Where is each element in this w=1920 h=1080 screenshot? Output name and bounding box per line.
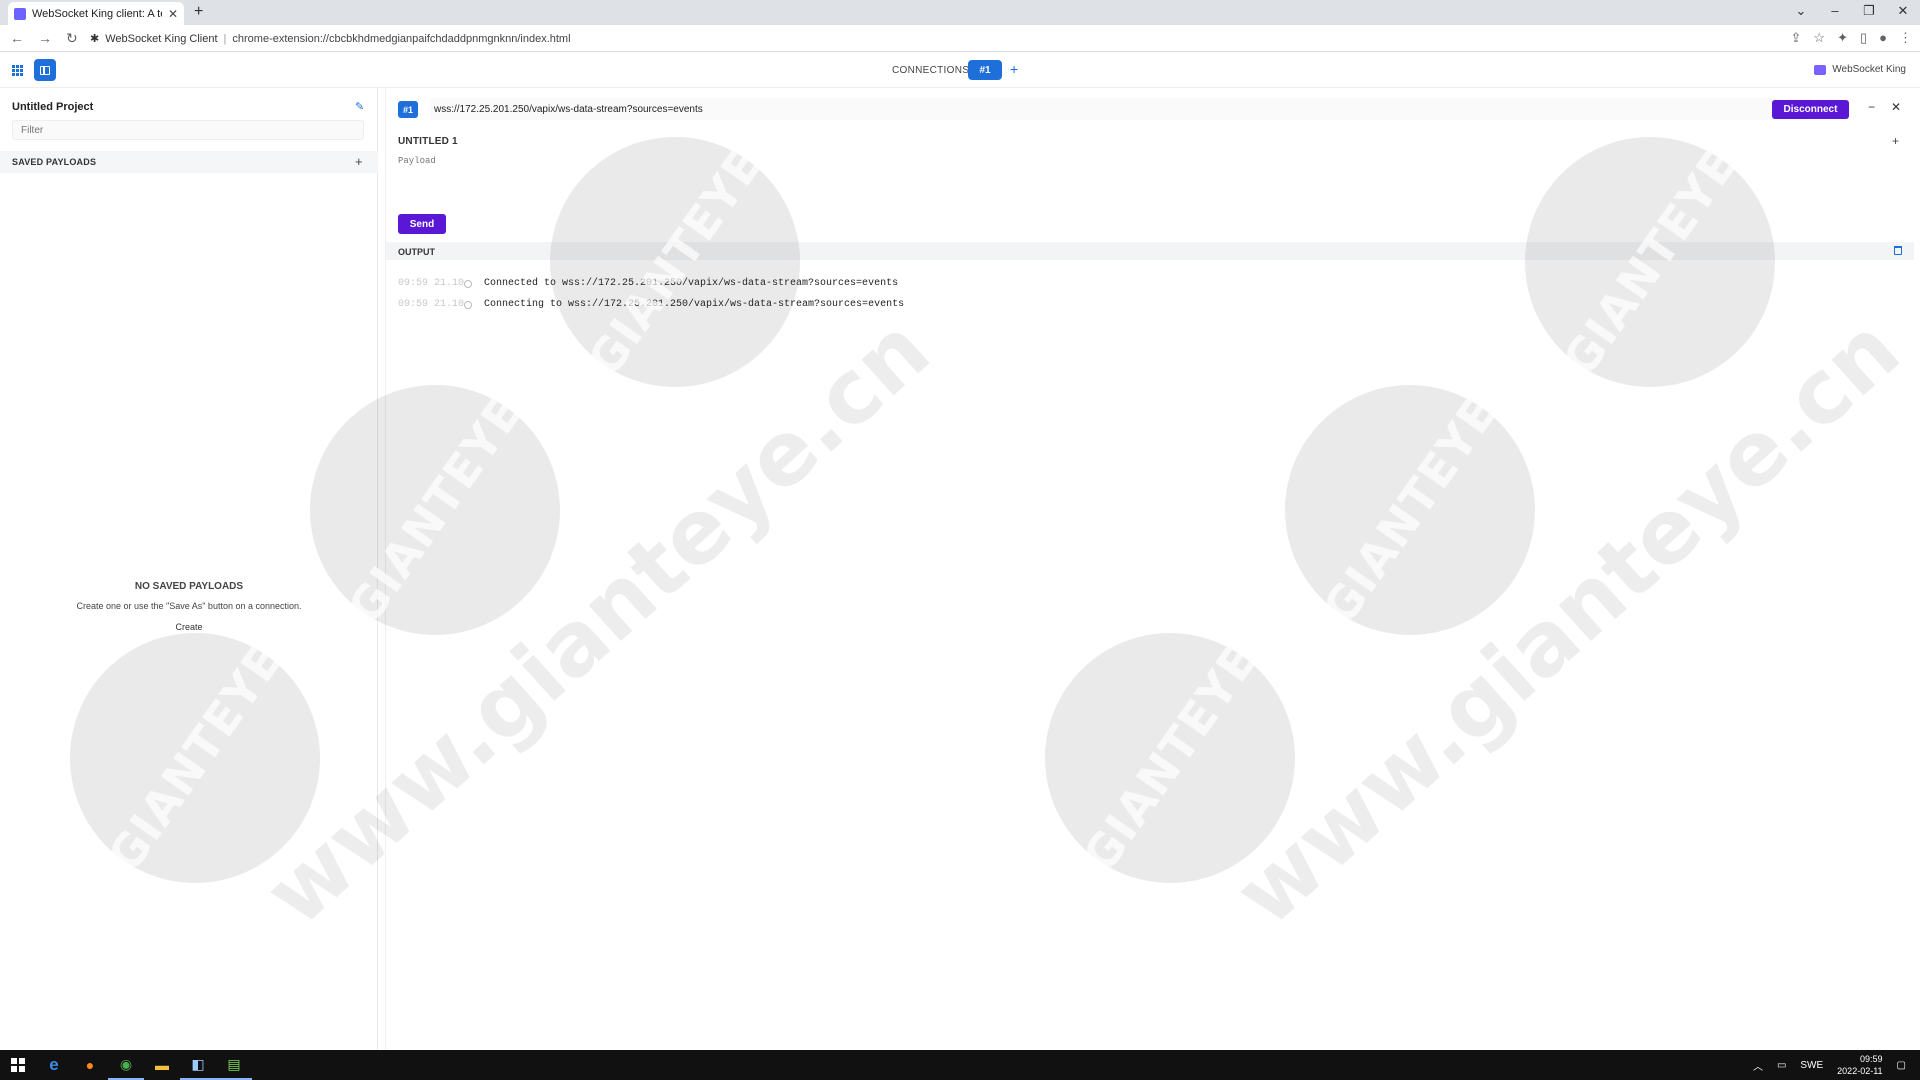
omnibox[interactable]: ✱ WebSocket King Client | chrome-extensi…: [84, 27, 1784, 50]
websocket-king-favicon-icon: [14, 7, 26, 20]
network-icon[interactable]: ▭: [1777, 1060, 1786, 1071]
websocket-king-logo-icon: [1814, 64, 1827, 75]
bookmark-star-icon[interactable]: ☆: [1813, 30, 1825, 46]
browser-tab-strip: WebSocket King client: A testing ✕ + ⌄ –…: [0, 0, 1920, 25]
output-log: 09:59 21.10 Connected to wss://172.25.20…: [398, 273, 1898, 315]
log-row: 09:59 21.10 Connected to wss://172.25.20…: [398, 273, 1898, 294]
share-icon[interactable]: ⇪: [1791, 30, 1802, 46]
browser-nav: ← → ↻: [0, 30, 78, 47]
minimize-window-icon[interactable]: –: [1818, 3, 1852, 19]
log-status-icon: [464, 279, 472, 288]
omnibox-url: chrome-extension://cbcbkhdmedgianpaifchd…: [232, 32, 571, 45]
reload-icon[interactable]: ↻: [66, 30, 78, 47]
connections-label: CONNECTIONS: [892, 65, 970, 76]
app-taskbar-icon[interactable]: ◧: [180, 1050, 216, 1080]
close-window-icon[interactable]: ✕: [1886, 3, 1920, 19]
side-panel-icon[interactable]: ▯: [1860, 30, 1867, 46]
omnibox-site-name: WebSocket King Client: [105, 32, 218, 45]
clock-date: 2022-02-11: [1837, 1066, 1883, 1076]
tray-overflow-icon[interactable]: ︿: [1753, 1058, 1763, 1073]
disconnect-button[interactable]: Disconnect: [1772, 100, 1849, 119]
connection-url-input[interactable]: [430, 98, 1810, 120]
minimize-connection-icon[interactable]: −: [1868, 100, 1875, 114]
output-header: OUTPUT: [386, 242, 1914, 260]
extensions-icon[interactable]: ✦: [1837, 30, 1848, 46]
sidebar-toggle-button[interactable]: [34, 59, 56, 81]
edit-project-icon[interactable]: ✎: [355, 100, 364, 113]
clear-output-trash-icon[interactable]: [1894, 246, 1902, 255]
forward-icon[interactable]: →: [38, 30, 52, 47]
log-timestamp: 09:59 21.10: [398, 278, 465, 289]
sidebar: Untitled Project ✎ SAVED PAYLOADS + NO S…: [0, 88, 378, 1050]
app-header: CONNECTIONS #1 + WebSocket King: [0, 52, 1920, 88]
add-payload-tab-icon[interactable]: +: [1892, 134, 1899, 148]
brand: WebSocket King: [1814, 64, 1906, 75]
window-controls: ⌄ – ❐ ✕: [1784, 3, 1920, 19]
restore-window-icon[interactable]: ❐: [1852, 3, 1886, 19]
profile-avatar-icon[interactable]: ●: [1879, 30, 1887, 46]
empty-state-description: Create one or use the "Save As" button o…: [76, 601, 302, 611]
windows-taskbar: e ● ◉ ▬ ◧ ▤ ︿ ▭ SWE 09:59 2022-02-11 ▢: [0, 1050, 1920, 1080]
apps-grid-icon[interactable]: [12, 65, 23, 76]
create-payload-link[interactable]: Create: [0, 622, 378, 632]
clock-time: 09:59: [1860, 1054, 1883, 1064]
edge-browser-icon[interactable]: e: [36, 1050, 72, 1080]
log-message: Connecting to wss://172.25.201.250/vapix…: [484, 299, 905, 310]
connection-url-row: #1 Disconnect − ✕: [386, 88, 1914, 130]
file-explorer-icon[interactable]: ▬: [144, 1050, 180, 1080]
language-indicator[interactable]: SWE: [1800, 1060, 1823, 1071]
extension-puzzle-icon: ✱: [90, 33, 100, 45]
payload-textarea[interactable]: [398, 156, 1898, 206]
add-connection-icon[interactable]: +: [1010, 61, 1018, 77]
sidebar-panel-icon: [40, 65, 50, 75]
output-label: OUTPUT: [398, 247, 435, 257]
firefox-icon[interactable]: ●: [72, 1050, 108, 1080]
system-tray: ︿ ▭ SWE 09:59 2022-02-11 ▢: [1753, 1050, 1920, 1080]
omnibox-separator: |: [223, 32, 227, 45]
browser-toolbar-right: ⇪ ☆ ✦ ▯ ● ⋮: [1791, 30, 1912, 46]
send-button[interactable]: Send: [398, 214, 446, 234]
log-timestamp: 09:59 21.10: [398, 299, 465, 310]
payload-title: UNTITLED 1: [398, 136, 458, 147]
brand-name: WebSocket King: [1832, 64, 1906, 75]
close-connection-icon[interactable]: ✕: [1891, 100, 1901, 114]
close-tab-icon[interactable]: ✕: [168, 7, 178, 21]
log-status-icon: [464, 300, 472, 309]
notifications-icon[interactable]: ▢: [1897, 1060, 1906, 1071]
saved-payloads-header: SAVED PAYLOADS +: [0, 151, 378, 173]
empty-state-title: NO SAVED PAYLOADS: [134, 581, 244, 592]
saved-payloads-label: SAVED PAYLOADS: [12, 157, 97, 167]
new-tab-icon[interactable]: +: [194, 3, 203, 21]
windows-logo-icon: [11, 1058, 25, 1072]
clock[interactable]: 09:59 2022-02-11: [1837, 1053, 1882, 1077]
browser-tab[interactable]: WebSocket King client: A testing ✕: [8, 2, 184, 25]
back-icon[interactable]: ←: [10, 30, 24, 47]
filter-input[interactable]: [12, 120, 364, 140]
chrome-icon[interactable]: ◉: [108, 1050, 144, 1080]
tab-search-icon[interactable]: ⌄: [1784, 3, 1818, 19]
log-row: 09:59 21.10 Connecting to wss://172.25.2…: [398, 294, 1898, 315]
notepad-icon[interactable]: ▤: [216, 1050, 252, 1080]
browser-tab-title: WebSocket King client: A testing: [32, 7, 162, 20]
connection-panel: #1 Disconnect − ✕ UNTITLED 1 + Send OUTP…: [385, 88, 1914, 1050]
browser-address-bar: ← → ↻ ✱ WebSocket King Client | chrome-e…: [0, 25, 1920, 52]
project-title: Untitled Project: [12, 101, 94, 113]
log-message: Connected to wss://172.25.201.250/vapix/…: [484, 278, 899, 289]
connection-number-badge: #1: [398, 101, 418, 118]
add-payload-icon[interactable]: +: [355, 154, 363, 169]
start-button[interactable]: [0, 1050, 36, 1080]
connection-tab-1[interactable]: #1: [968, 60, 1002, 80]
browser-menu-icon[interactable]: ⋮: [1899, 30, 1912, 46]
